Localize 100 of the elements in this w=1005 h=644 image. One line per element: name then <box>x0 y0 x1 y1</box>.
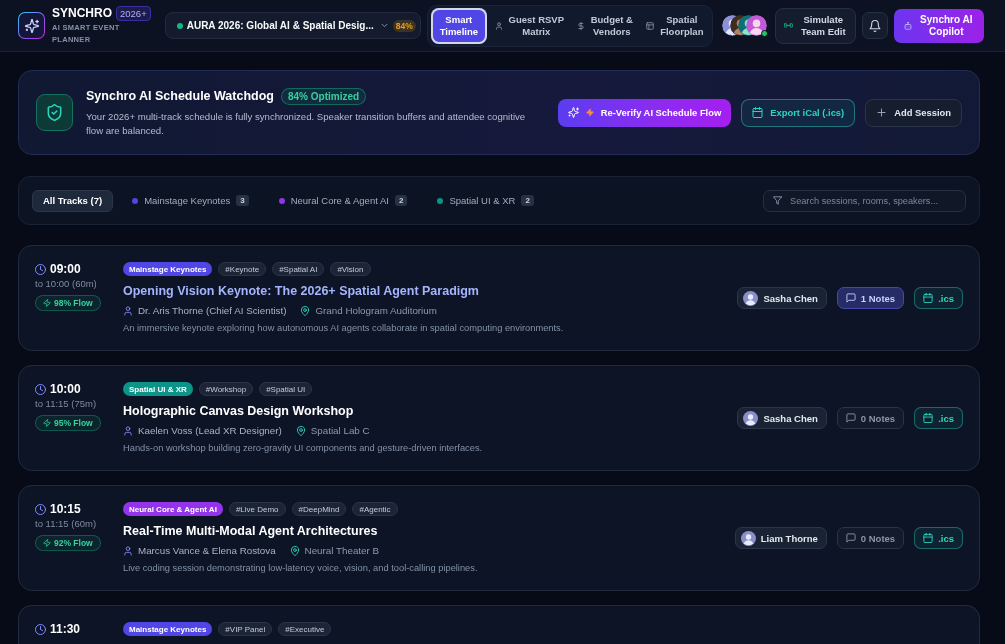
add-session-button[interactable]: Add Session <box>865 98 962 127</box>
copilot-button[interactable]: Synchro AI Copilot <box>893 8 984 43</box>
track-filter-tab[interactable]: Neural Core & Agent AI 2 <box>267 189 419 212</box>
host-chip[interactable]: Sasha Chen <box>737 407 827 429</box>
view-tab[interactable]: Spatial Floorplan <box>641 7 709 44</box>
room-name: Spatial Lab C <box>310 425 370 436</box>
view-tab[interactable]: Smart Timeline <box>430 7 487 44</box>
lightning-icon <box>43 299 51 307</box>
room-name: Neural Theater B <box>304 545 380 556</box>
event-selector[interactable]: AURA 2026: Global AI & Spatial Desig... 84% <box>164 12 421 39</box>
location-pin-icon <box>300 305 311 316</box>
version-badge: 2026+ <box>116 5 151 21</box>
message-icon <box>845 293 856 303</box>
track-filter-tab[interactable]: Spatial UI & XR 2 <box>426 189 545 212</box>
view-tab[interactable]: Budget & Vendors <box>572 7 638 44</box>
simulate-button[interactable]: Simulate Team Edit <box>774 7 856 44</box>
watchdog-title: Synchro AI Schedule Watchdog <box>86 89 274 103</box>
optimization-badge: 84% Optimized <box>281 87 367 105</box>
track-tag: Spatial UI & XR <box>123 382 193 396</box>
track-tag: Neural Core & Agent AI <box>123 502 223 516</box>
topic-tag: #Agentic <box>352 502 398 516</box>
notes-button[interactable]: 0 Notes <box>836 527 905 549</box>
filter-icon <box>773 196 782 205</box>
topic-tag: #Live Demo <box>228 502 286 516</box>
session-title[interactable]: Holographic Canvas Design Workshop <box>123 402 354 420</box>
export-ical-button[interactable]: Export iCal (.ics) <box>741 98 856 127</box>
topic-tag: #Vision <box>330 262 371 276</box>
topic-tag: #Executive <box>278 622 332 636</box>
brand-name: SYNCHRO <box>52 6 112 20</box>
calendar-icon <box>923 533 934 543</box>
message-icon <box>845 533 856 543</box>
lightning-icon <box>43 539 51 547</box>
calendar-icon <box>752 107 764 118</box>
view-tab[interactable]: Guest RSVP Matrix <box>490 7 569 44</box>
notes-button[interactable]: 1 Notes <box>836 287 905 309</box>
dollar-icon <box>576 21 585 30</box>
topic-tag: #Keynote <box>218 262 267 276</box>
chevron-down-icon <box>379 21 389 30</box>
clock-icon <box>35 383 46 395</box>
person-icon <box>123 305 133 316</box>
start-time: 11:30 <box>50 622 81 636</box>
session-title[interactable]: Opening Vision Keynote: The 2026+ Spatial Agent Paradigm <box>123 282 479 300</box>
plus-icon <box>876 107 888 118</box>
speaker-name: Marcus Vance & Elena Rostova <box>138 545 276 556</box>
speaker-name: Dr. Aris Thorne (Chief AI Scientist) <box>138 305 287 316</box>
clock-icon <box>35 263 46 275</box>
ics-button[interactable]: .ics <box>914 287 963 309</box>
speaker-name: Kaelen Voss (Lead XR Designer) <box>138 425 282 436</box>
reverify-button[interactable]: Re-Verify AI Schedule Flow <box>557 98 732 127</box>
lightning-icon <box>43 419 51 427</box>
track-filter-tab[interactable]: All Tracks (7) <box>32 189 114 212</box>
lightning-icon <box>585 108 594 117</box>
topic-tag: #DeepMind <box>291 502 347 516</box>
ics-button[interactable]: .ics <box>914 527 963 549</box>
topic-tag: #Spatial AI <box>272 262 325 276</box>
person-icon <box>123 545 133 556</box>
search-field[interactable]: Search sessions, rooms, speakers... <box>763 189 966 212</box>
clock-icon <box>35 623 46 635</box>
score-badge: 84% <box>392 19 416 32</box>
layout-icon <box>645 21 654 30</box>
notes-button[interactable]: 0 Notes <box>836 407 905 429</box>
flow-score: 92% Flow <box>54 538 93 548</box>
start-time: 10:15 <box>50 502 81 516</box>
track-tag: Mainstage Keynotes <box>123 622 213 636</box>
notifications-button[interactable] <box>861 12 888 39</box>
session-title[interactable]: Real-Time Multi-Modal Agent Architectures <box>123 522 378 540</box>
location-pin-icon <box>295 425 306 436</box>
count-badge: 2 <box>394 195 408 206</box>
watchdog-description: Your 2026+ multi-track schedule is fully synchronized. Speaker transition buffers and attendee cognitive flow are balanced. <box>86 109 527 138</box>
count-badge: 2 <box>521 195 534 206</box>
count-badge: 3 <box>236 195 249 206</box>
sparkles-icon <box>567 107 579 118</box>
user-avatar <box>745 15 767 36</box>
session-description: Hands-on workshop building zero-gravity UI components and gesture-driven interfaces. <box>123 442 483 455</box>
host-avatar <box>743 290 759 306</box>
host-chip[interactable]: Sasha Chen <box>737 287 827 309</box>
session-description: Live coding session demonstrating low-latency voice, vision, and tool-calling pipelines. <box>123 562 478 575</box>
end-time: to 11:15 (75m) <box>35 398 97 410</box>
start-time: 09:00 <box>50 262 81 276</box>
bot-icon <box>903 21 912 30</box>
topic-tag: #VIP Panel <box>218 622 273 636</box>
location-pin-icon <box>289 545 300 556</box>
track-filter-tab[interactable]: Mainstage Keynotes 3 <box>121 189 260 212</box>
host-chip[interactable]: Liam Thorne <box>734 527 827 549</box>
sparkle-logo-icon <box>18 12 45 39</box>
flow-score: 98% Flow <box>54 298 93 308</box>
host-avatar <box>743 410 759 426</box>
end-time: to 11:15 (60m) <box>35 518 97 530</box>
person-icon <box>494 21 503 30</box>
host-avatar <box>740 530 756 546</box>
clock-icon <box>35 503 46 515</box>
calendar-icon <box>923 293 934 303</box>
shield-check-icon <box>36 94 73 131</box>
bell-icon <box>868 19 881 32</box>
start-time: 10:00 <box>50 382 81 396</box>
session-description: An immersive keynote exploring how autonomous AI agents collaborate in spatial computing environments. <box>123 322 564 335</box>
end-time: to 10:00 (60m) <box>35 278 97 290</box>
room-name: Grand Hologram Auditorium <box>315 305 437 316</box>
ics-button[interactable]: .ics <box>914 407 963 429</box>
topic-tag: #Workshop <box>198 382 254 396</box>
